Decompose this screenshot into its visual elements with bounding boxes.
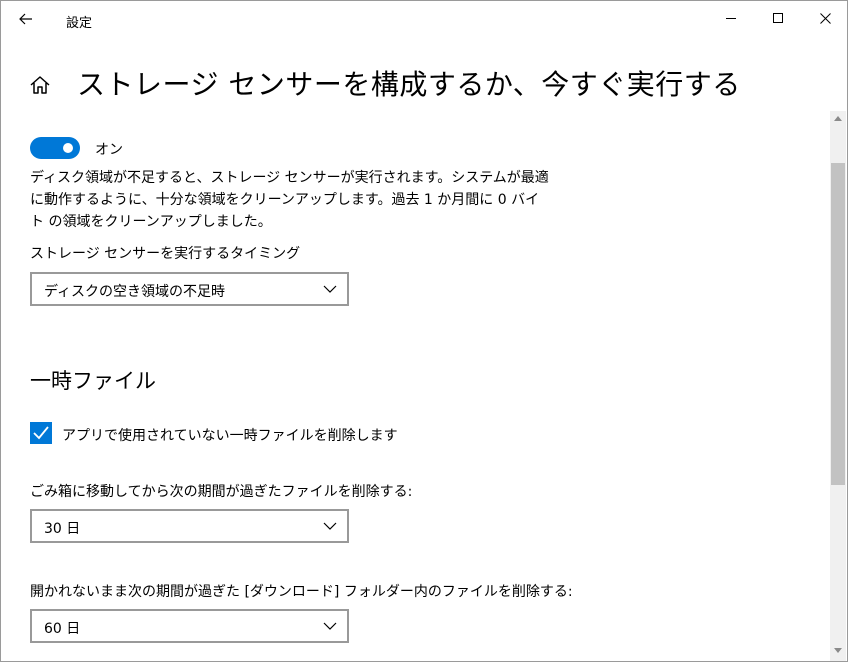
timing-label: ストレージ センサーを実行するタイミング: [30, 246, 301, 262]
minimize-icon: [726, 18, 736, 19]
minimize-button[interactable]: [708, 1, 754, 35]
downloads-dropdown-value: 60 日: [44, 621, 81, 637]
page-title: ストレージ センサーを構成するか、今すぐ実行する: [77, 68, 741, 101]
close-button[interactable]: [802, 1, 847, 35]
back-arrow-icon: [19, 13, 32, 25]
scroll-up-button[interactable]: [830, 111, 846, 127]
temp-files-heading: 一時ファイル: [30, 369, 156, 393]
back-button[interactable]: [9, 3, 43, 35]
chevron-down-icon: [323, 622, 337, 630]
checkmark-icon: [33, 426, 49, 440]
downloads-label: 開かれないまま次の期間が過ぎた [ダウンロード] フォルダー内のファイルを削除す…: [30, 584, 573, 600]
storage-sense-toggle[interactable]: [30, 137, 80, 159]
maximize-button[interactable]: [755, 1, 801, 35]
vertical-scrollbar[interactable]: [830, 111, 846, 661]
chevron-down-icon: [323, 285, 337, 293]
recycle-bin-dropdown-value: 30 日: [44, 521, 81, 537]
home-icon[interactable]: [29, 74, 51, 96]
title-bar: 設定: [1, 1, 847, 39]
scroll-thumb[interactable]: [831, 163, 845, 485]
delete-temp-files-label: アプリで使用されていない一時ファイルを削除します: [62, 428, 398, 444]
recycle-bin-label: ごみ箱に移動してから次の期間が過ぎたファイルを削除する:: [30, 484, 413, 500]
close-icon: [820, 13, 831, 24]
timing-dropdown-value: ディスクの空き領域の不足時: [44, 284, 226, 300]
scroll-down-button[interactable]: [830, 643, 846, 659]
scroll-up-arrow-icon: [834, 116, 842, 121]
app-title: 設定: [66, 16, 93, 31]
storage-sense-description: ディスク領域が不足すると、ストレージ センサーが実行されます。システムが最適に動…: [30, 170, 549, 230]
recycle-bin-dropdown[interactable]: 30 日: [30, 509, 349, 543]
maximize-icon: [773, 13, 783, 23]
toggle-knob: [63, 143, 73, 153]
timing-dropdown[interactable]: ディスクの空き領域の不足時: [30, 272, 349, 306]
chevron-down-icon: [323, 522, 337, 530]
settings-window: 設定 ストレージ センサーを構成するか、今すぐ実行する オン ディスク領域が不足…: [0, 0, 848, 662]
scroll-down-arrow-icon: [834, 648, 842, 653]
downloads-dropdown[interactable]: 60 日: [30, 609, 349, 643]
delete-temp-files-checkbox[interactable]: [30, 422, 52, 444]
toggle-label: オン: [95, 142, 123, 158]
